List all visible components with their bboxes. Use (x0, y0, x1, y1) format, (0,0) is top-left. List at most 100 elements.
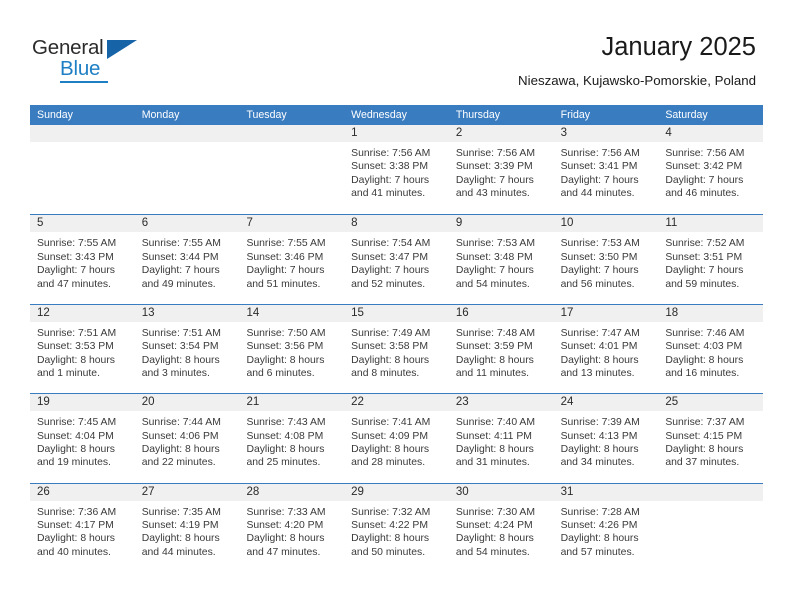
logo-word-blue: Blue (60, 57, 101, 80)
calendar-day-cell[interactable]: 28 Sunrise: 7:33 AM Sunset: 4:20 PM Dayligh… (239, 483, 345, 572)
calendar-day-cell[interactable]: 14 Sunrise: 7:50 AM Sunset: 3:56 PM Dayligh… (239, 304, 345, 393)
daylight-line: Daylight: 8 hours (665, 354, 744, 366)
calendar-day-cell[interactable]: 16 Sunrise: 7:48 AM Sunset: 3:59 PM Dayligh… (448, 304, 554, 393)
day-number: 25 (665, 396, 679, 409)
calendar-day-cell[interactable]: 3 Sunrise: 7:56 AM Sunset: 3:41 PM Daylight… (553, 125, 659, 214)
calendar-day-cell[interactable]: 30 Sunrise: 7:30 AM Sunset: 4:24 PM Dayligh… (448, 483, 554, 572)
calendar-day-cell[interactable]: 26 Sunrise: 7:36 AM Sunset: 4:17 PM Dayligh… (30, 483, 135, 572)
daylight-line: Daylight: 8 hours (37, 354, 115, 366)
calendar-day-cell-empty (30, 125, 135, 214)
sunset-line: Sunset: 4:15 PM (665, 430, 743, 442)
daylight-line: Daylight: 8 hours (455, 533, 534, 545)
sunrise-line: Sunrise: 7:56 AM (455, 148, 536, 159)
calendar-day-cell[interactable]: 5 Sunrise: 7:55 AM Sunset: 3:43 PM Daylight… (30, 215, 135, 303)
sunrise-line: Sunrise: 7:41 AM (351, 417, 431, 429)
calendar-day-cell[interactable]: 10 Sunrise: 7:53 AM Sunset: 3:50 PM Dayligh… (553, 215, 659, 303)
calendar-day-cell[interactable]: 31 Sunrise: 7:28 AM Sunset: 4:26 PM Dayligh… (553, 483, 659, 572)
calendar-day-cell[interactable]: 6 Sunrise: 7:55 AM Sunset: 3:44 PM Daylight… (134, 215, 240, 303)
day-number-strip: 13 (134, 304, 240, 322)
general-blue-logo[interactable]: General Blue (32, 36, 152, 84)
calendar-day-cell[interactable]: 7 Sunrise: 7:55 AM Sunset: 3:46 PM Daylight… (239, 215, 345, 303)
sunrise-line: Sunrise: 7:44 AM (141, 417, 221, 429)
calendar-day-cell[interactable]: 20 Sunrise: 7:44 AM Sunset: 4:06 PM Dayligh… (134, 394, 240, 482)
sunrise-line: Sunrise: 7:51 AM (37, 327, 117, 339)
day-detail-lines (658, 501, 763, 506)
calendar-day-cell[interactable]: 24 Sunrise: 7:39 AM Sunset: 4:13 PM Dayligh… (553, 394, 659, 482)
daylight-minutes-line: and 28 minutes. (351, 457, 426, 469)
sunrise-line: Sunrise: 7:36 AM (37, 506, 117, 518)
calendar-weeks: 1 Sunrise: 7:56 AM Sunset: 3:38 PM Daylight… (30, 125, 764, 572)
calendar-day-cell[interactable]: 21 Sunrise: 7:43 AM Sunset: 4:08 PM Dayligh… (239, 394, 345, 482)
calendar-day-cell[interactable]: 11 Sunrise: 7:52 AM Sunset: 3:51 PM Dayligh… (658, 215, 764, 303)
calendar-day-cell[interactable]: 12 Sunrise: 7:51 AM Sunset: 3:53 PM Dayligh… (30, 304, 135, 393)
daylight-line: Daylight: 7 hours (351, 174, 430, 186)
calendar-day-cell[interactable]: 29 Sunrise: 7:32 AM Sunset: 4:22 PM Dayligh… (344, 483, 449, 572)
daylight-line: Daylight: 7 hours (141, 265, 220, 277)
daylight-line: Daylight: 8 hours (37, 443, 115, 455)
day-number: 11 (665, 217, 678, 230)
calendar-week-row: 1 Sunrise: 7:56 AM Sunset: 3:38 PM Daylight… (30, 125, 764, 214)
day-number-strip (658, 483, 764, 501)
daylight-minutes-line: and 46 minutes. (665, 188, 740, 200)
calendar-day-cell[interactable]: 17 Sunrise: 7:47 AM Sunset: 4:01 PM Dayligh… (553, 304, 659, 393)
weekday-header-friday: Friday (560, 109, 591, 121)
calendar-day-cell[interactable]: 25 Sunrise: 7:37 AM Sunset: 4:15 PM Dayligh… (658, 394, 764, 482)
day-number-strip (134, 125, 240, 142)
daylight-minutes-line: and 56 minutes. (560, 278, 635, 290)
day-detail-lines: Sunrise: 7:43 AM Sunset: 4:08 PM Daylight:… (239, 411, 344, 470)
sunset-line: Sunset: 4:03 PM (665, 341, 743, 353)
day-number-strip (30, 125, 135, 142)
calendar-day-cell[interactable]: 8 Sunrise: 7:54 AM Sunset: 3:47 PM Daylight… (344, 215, 449, 303)
sunset-line: Sunset: 4:24 PM (455, 519, 533, 531)
day-number: 7 (246, 217, 253, 230)
sunrise-line: Sunrise: 7:50 AM (246, 327, 326, 339)
calendar-day-cell[interactable]: 19 Sunrise: 7:45 AM Sunset: 4:04 PM Dayligh… (30, 394, 135, 482)
weekday-header-monday: Monday (141, 109, 180, 121)
calendar-week-row: 12 Sunrise: 7:51 AM Sunset: 3:53 PM Dayligh… (30, 303, 764, 393)
day-number-strip: 18 (658, 304, 764, 322)
day-number-strip: 4 (658, 125, 764, 142)
sunrise-line: Sunrise: 7:48 AM (455, 327, 536, 339)
day-detail-lines: Sunrise: 7:56 AM Sunset: 3:41 PM Daylight:… (554, 142, 659, 201)
day-number: 4 (665, 127, 672, 139)
daylight-line: Daylight: 8 hours (560, 354, 639, 366)
day-number: 20 (141, 396, 155, 409)
calendar-day-cell[interactable]: 4 Sunrise: 7:56 AM Sunset: 3:42 PM Daylight… (658, 125, 764, 214)
day-detail-lines: Sunrise: 7:50 AM Sunset: 3:56 PM Daylight:… (239, 322, 344, 381)
day-number: 28 (246, 485, 260, 498)
day-detail-lines: Sunrise: 7:48 AM Sunset: 3:59 PM Daylight:… (449, 322, 554, 381)
calendar-day-cell[interactable]: 1 Sunrise: 7:56 AM Sunset: 3:38 PM Daylight… (344, 125, 449, 214)
calendar-day-cell[interactable]: 27 Sunrise: 7:35 AM Sunset: 4:19 PM Dayligh… (134, 483, 240, 572)
day-number-strip: 31 (553, 483, 659, 501)
day-number-strip: 9 (448, 215, 554, 233)
daylight-line: Daylight: 8 hours (351, 533, 430, 545)
sunset-line: Sunset: 3:47 PM (351, 251, 428, 263)
day-number-strip: 28 (239, 483, 345, 501)
calendar-day-cell[interactable]: 9 Sunrise: 7:53 AM Sunset: 3:48 PM Daylight… (448, 215, 554, 303)
calendar-day-cell[interactable]: 18 Sunrise: 7:46 AM Sunset: 4:03 PM Dayligh… (658, 304, 764, 393)
calendar-day-cell[interactable]: 15 Sunrise: 7:49 AM Sunset: 3:58 PM Dayligh… (344, 304, 449, 393)
day-number-strip: 21 (239, 394, 345, 412)
sunrise-line: Sunrise: 7:51 AM (141, 327, 221, 339)
sunset-line: Sunset: 4:11 PM (455, 430, 532, 442)
daylight-line: Daylight: 7 hours (246, 265, 325, 277)
day-number-strip: 8 (344, 215, 449, 233)
day-detail-lines: Sunrise: 7:53 AM Sunset: 3:48 PM Daylight:… (449, 232, 554, 291)
sunrise-line: Sunrise: 7:37 AM (665, 417, 745, 429)
day-number-strip: 23 (448, 394, 554, 412)
sunrise-line: Sunrise: 7:40 AM (455, 417, 536, 429)
calendar-day-cell[interactable]: 23 Sunrise: 7:40 AM Sunset: 4:11 PM Dayligh… (448, 394, 554, 482)
calendar-day-cell[interactable]: 2 Sunrise: 7:56 AM Sunset: 3:39 PM Daylight… (448, 125, 554, 214)
sunrise-line: Sunrise: 7:35 AM (141, 506, 221, 518)
calendar-day-cell[interactable]: 13 Sunrise: 7:51 AM Sunset: 3:54 PM Dayligh… (134, 304, 240, 393)
daylight-line: Daylight: 8 hours (560, 443, 639, 455)
day-number: 27 (141, 485, 155, 498)
sunset-line: Sunset: 3:48 PM (455, 251, 533, 263)
daylight-minutes-line: and 11 minutes. (455, 368, 530, 379)
daylight-minutes-line: and 44 minutes. (141, 546, 216, 558)
calendar-day-cell[interactable]: 22 Sunrise: 7:41 AM Sunset: 4:09 PM Dayligh… (344, 394, 449, 482)
daylight-minutes-line: and 3 minutes. (141, 368, 210, 379)
daylight-minutes-line: and 34 minutes. (560, 457, 635, 469)
weekday-header-thursday: Thursday (455, 109, 501, 121)
daylight-minutes-line: and 41 minutes. (351, 188, 426, 200)
